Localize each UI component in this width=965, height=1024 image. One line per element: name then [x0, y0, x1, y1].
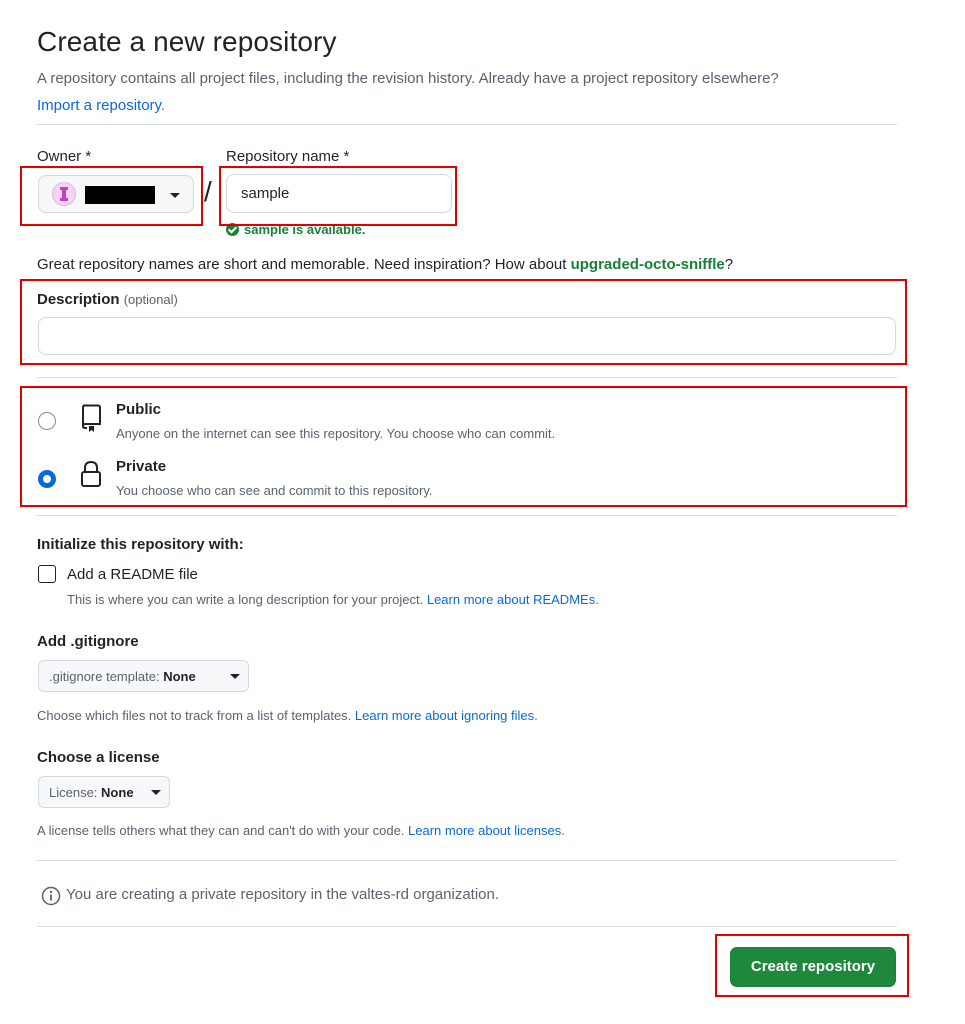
triangle-down-icon — [170, 193, 180, 198]
gitignore-select-prefix: .gitignore template: — [49, 669, 164, 684]
readme-learn-more-link[interactable]: Learn more about READMEs — [427, 592, 595, 607]
private-radio[interactable] — [38, 470, 56, 488]
subtitle-text: A repository contains all project files,… — [37, 70, 779, 87]
gitignore-template-select[interactable]: .gitignore template: None — [38, 660, 249, 692]
gitignore-select-value: None — [163, 669, 196, 684]
availability-text: sample is available. — [244, 222, 366, 237]
gitignore-learn-more-link[interactable]: Learn more about ignoring files — [355, 708, 534, 723]
owner-select-button[interactable] — [38, 175, 194, 213]
license-select[interactable]: License: None — [38, 776, 170, 808]
public-title: Public — [116, 401, 162, 418]
divider — [37, 860, 897, 861]
license-help-text: A license tells others what they can and… — [37, 823, 409, 838]
repository-name-label: Repository name * — [226, 148, 350, 165]
description-label: Description (optional) — [37, 291, 178, 308]
initialize-heading: Initialize this repository with: — [37, 536, 244, 553]
lock-icon — [81, 460, 101, 487]
readme-label[interactable]: Add a README file — [67, 566, 198, 583]
repo-icon — [81, 404, 101, 432]
gitignore-help-text: Choose which files not to track from a l… — [37, 708, 355, 723]
owner-repo-separator: / — [204, 176, 212, 207]
license-learn-more-link[interactable]: Learn more about licenses — [408, 823, 561, 838]
public-description: Anyone on the internet can see this repo… — [116, 426, 556, 441]
readme-help-text: This is where you can write a long descr… — [67, 592, 427, 607]
gitignore-help-suffix: . — [534, 708, 538, 723]
private-description: You choose who can see and commit to thi… — [116, 483, 433, 498]
page-title: Create a new repository — [37, 26, 337, 57]
create-repository-button[interactable]: Create repository — [730, 947, 896, 987]
gitignore-help: Choose which files not to track from a l… — [37, 708, 538, 723]
readme-help-suffix: . — [595, 592, 599, 607]
license-help-suffix: . — [561, 823, 565, 838]
check-circle-fill-icon — [226, 223, 239, 236]
divider — [37, 926, 897, 927]
suggestion-suffix: ? — [724, 256, 734, 273]
gitignore-select-text: .gitignore template: None — [49, 669, 196, 684]
license-select-text: License: None — [49, 785, 134, 800]
description-label-text: Description — [37, 291, 120, 308]
readme-checkbox[interactable] — [38, 565, 56, 583]
owner-label: Owner * — [37, 148, 92, 165]
org-avatar-icon — [52, 182, 76, 206]
import-repository-link[interactable]: Import a repository — [37, 97, 161, 114]
license-heading: Choose a license — [37, 749, 160, 766]
optional-hint: (optional) — [123, 292, 178, 307]
suggested-name-link[interactable]: upgraded-octo-sniffle — [571, 256, 725, 273]
license-select-value: None — [101, 785, 134, 800]
private-repo-notice: You are creating a private repository in… — [66, 886, 500, 903]
divider — [37, 515, 897, 516]
triangle-down-icon — [151, 790, 161, 795]
page-subtitle: A repository contains all project files,… — [37, 65, 917, 119]
license-help: A license tells others what they can and… — [37, 823, 565, 838]
license-select-prefix: License: — [49, 785, 102, 800]
suggestion-prefix: Great repository names are short and mem… — [37, 256, 571, 273]
avatar-glyph — [60, 187, 68, 201]
gitignore-heading: Add .gitignore — [37, 633, 139, 650]
triangle-down-icon — [230, 674, 240, 679]
info-icon — [41, 886, 61, 906]
public-radio[interactable] — [38, 412, 56, 430]
name-suggestion: Great repository names are short and mem… — [37, 256, 733, 273]
repository-name-input[interactable] — [226, 174, 452, 213]
description-input[interactable] — [38, 317, 896, 355]
name-availability: sample is available. — [226, 222, 365, 237]
owner-name-redacted — [85, 186, 155, 204]
divider — [37, 124, 897, 125]
readme-help: This is where you can write a long descr… — [67, 592, 599, 607]
private-title: Private — [116, 458, 167, 475]
import-suffix: . — [160, 97, 166, 114]
divider — [37, 377, 897, 378]
